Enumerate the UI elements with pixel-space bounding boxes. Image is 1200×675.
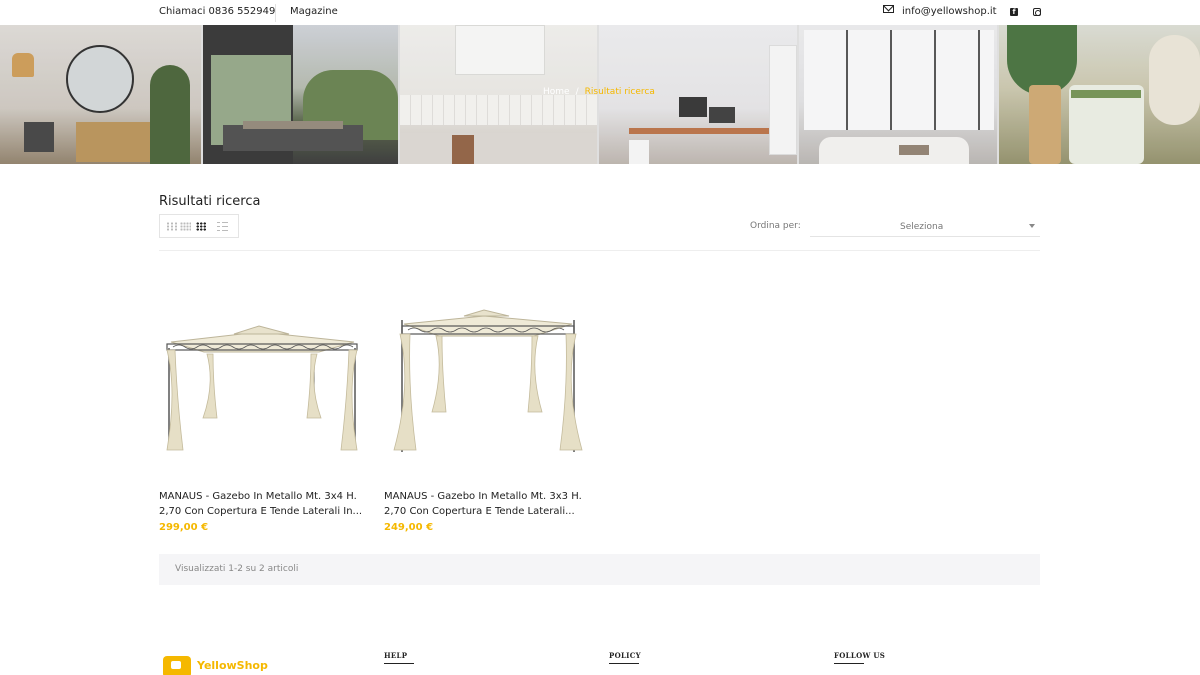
logo-mark-icon <box>163 656 191 675</box>
product-card[interactable]: MANAUS - Gazebo In Metallo Mt. 3x4 H. 2,… <box>159 290 364 533</box>
footer-heading-help: HELP <box>384 651 415 664</box>
sort-select-value: Seleziona <box>900 222 944 232</box>
view-mode-toggle <box>159 214 239 238</box>
product-card[interactable]: MANAUS - Gazebo In Metallo Mt. 3x3 H. 2,… <box>384 290 589 533</box>
top-bar: Chiamaci 0836 552949 Magazine info@yello… <box>0 0 1200 25</box>
grid-4-view-icon[interactable] <box>196 222 207 231</box>
product-price: 299,00 € <box>159 522 209 533</box>
grid-2-view-icon[interactable] <box>166 222 177 231</box>
phone-link[interactable]: Chiamaci 0836 552949 <box>159 6 275 17</box>
sort-select[interactable]: Seleziona <box>810 216 1040 237</box>
magazine-link[interactable]: Magazine <box>290 6 338 17</box>
results-summary: Visualizzati 1-2 su 2 articoli <box>175 564 299 574</box>
footer-heading-follow-us: FOLLOW US <box>834 651 886 664</box>
chevron-down-icon <box>1029 224 1035 228</box>
sort-label: Ordina per: <box>750 221 801 231</box>
product-price: 249,00 € <box>384 522 434 533</box>
product-name[interactable]: MANAUS - Gazebo In Metallo Mt. 3x3 H. 2,… <box>384 489 589 519</box>
email-link[interactable]: info@yellowshop.it <box>902 6 997 17</box>
breadcrumb-home-link[interactable]: Home <box>543 87 570 97</box>
grid-3-view-icon[interactable] <box>180 222 191 231</box>
breadcrumb-separator: / <box>575 87 579 97</box>
hero-banner: Home / Risultati ricerca <box>0 25 1200 164</box>
breadcrumb-current: Risultati ricerca <box>584 87 655 97</box>
breadcrumb: Home / Risultati ricerca <box>543 87 655 97</box>
logo-text: YellowShop <box>197 659 268 672</box>
yellowshop-logo[interactable]: YellowShop <box>163 656 273 675</box>
page-title: Risultati ricerca <box>159 194 261 209</box>
toolbar-divider <box>159 250 1040 251</box>
facebook-icon[interactable]: f <box>1010 8 1018 16</box>
list-view-icon[interactable] <box>217 222 228 231</box>
mail-icon <box>883 5 894 13</box>
topbar-divider <box>275 4 276 22</box>
product-image[interactable] <box>384 290 589 470</box>
product-image[interactable] <box>159 290 364 470</box>
results-summary-bar: Visualizzati 1-2 su 2 articoli <box>159 554 1040 585</box>
footer-heading-policy: POLICY <box>609 651 641 664</box>
instagram-icon[interactable] <box>1033 8 1041 16</box>
product-name[interactable]: MANAUS - Gazebo In Metallo Mt. 3x4 H. 2,… <box>159 489 364 519</box>
